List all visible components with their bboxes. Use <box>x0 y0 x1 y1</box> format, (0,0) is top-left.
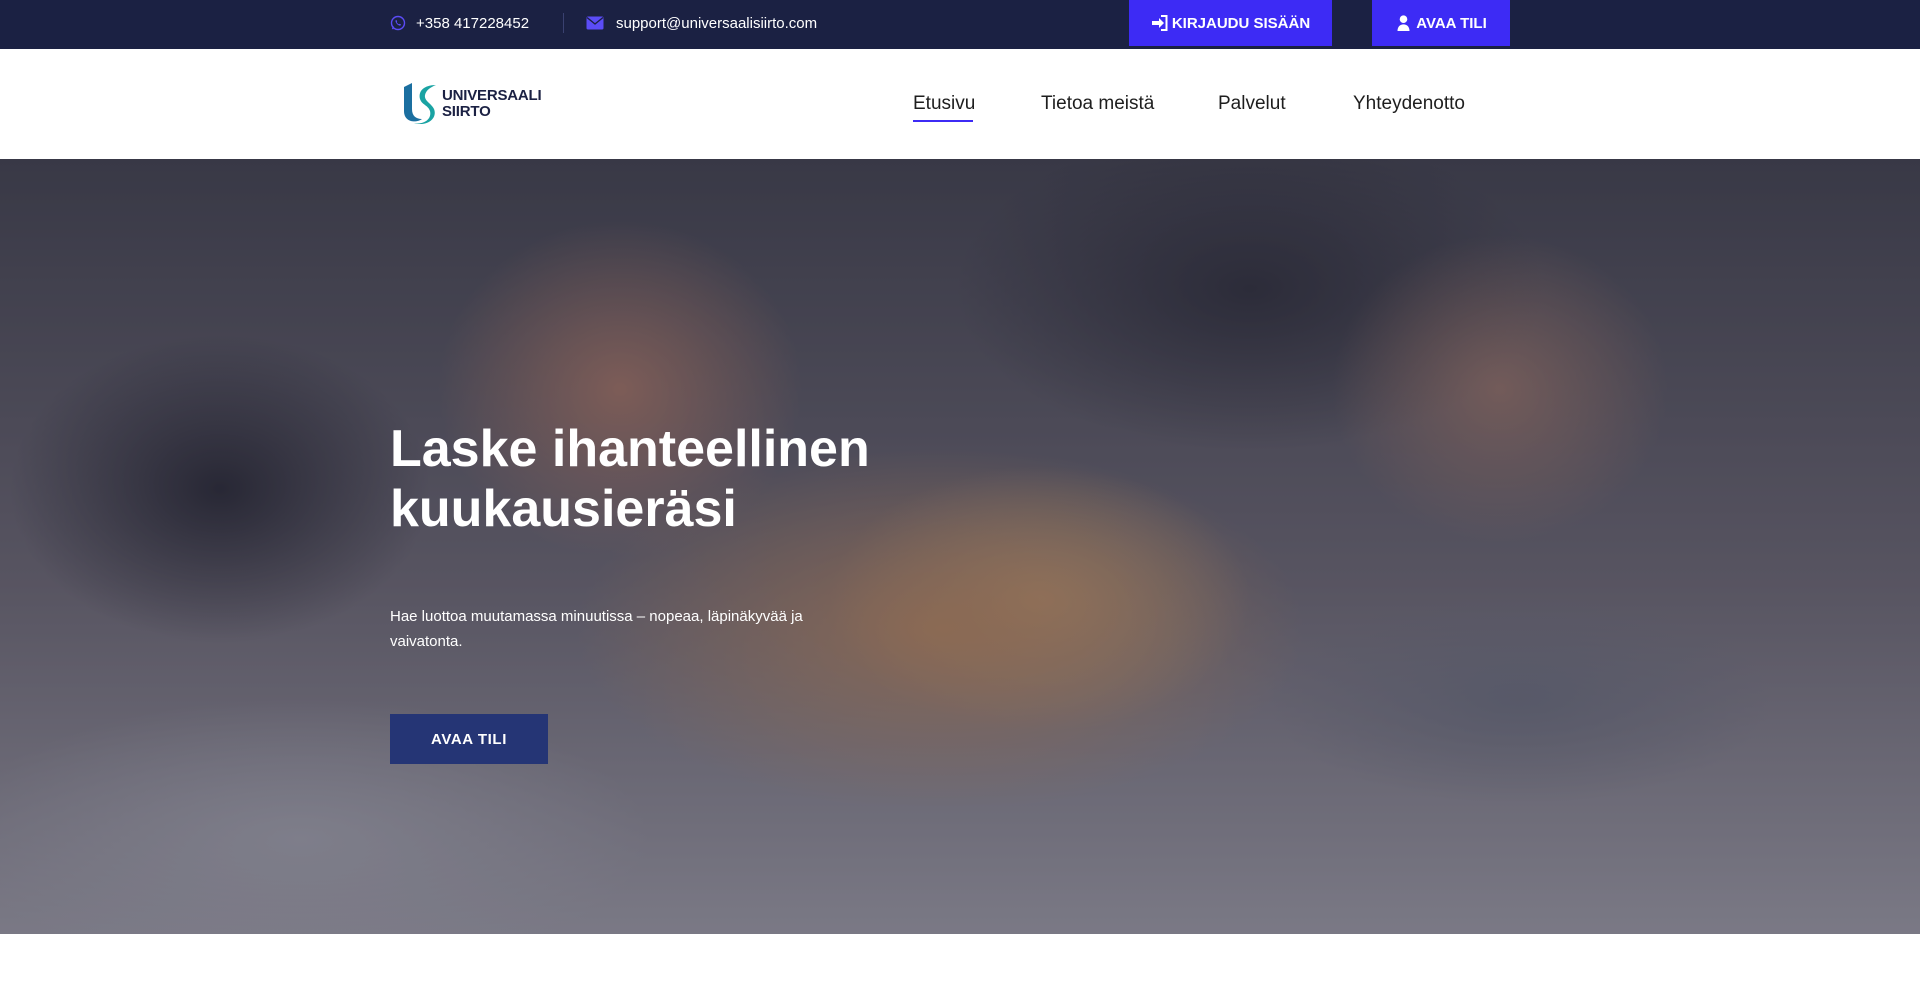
email-contact[interactable]: support@universaalisiirto.com <box>586 0 817 46</box>
phone-contact[interactable]: +358 417228452 <box>390 0 529 46</box>
login-button-label: KIRJAUDU SISÄÄN <box>1171 14 1311 32</box>
nav-item-about[interactable]: Tietoa meistä <box>1041 93 1154 115</box>
open-account-cta-button[interactable]: AVAA TILI <box>390 714 548 764</box>
sign-in-icon <box>1151 15 1168 31</box>
nav-active-indicator <box>913 120 973 122</box>
nav-item-services[interactable]: Palvelut <box>1218 93 1286 115</box>
hero-title-line-1: Laske ihanteellinen <box>390 420 870 478</box>
open-account-top-label: AVAA TILI <box>1416 14 1487 32</box>
topbar-divider <box>563 13 564 33</box>
email-address: support@universaalisiirto.com <box>616 14 818 32</box>
login-button[interactable]: KIRJAUDU SISÄÄN <box>1129 0 1332 46</box>
logo-mark-icon <box>404 83 436 125</box>
site-header: UNIVERSAALI SIIRTO Etusivu Tietoa meistä… <box>0 49 1920 159</box>
open-account-top-button[interactable]: AVAA TILI <box>1372 0 1510 46</box>
logo-line-1: UNIVERSAALI <box>442 87 542 104</box>
hero-title: Laske ihanteellinen kuukausieräsi <box>390 419 950 539</box>
nav-item-contact[interactable]: Yhteydenotto <box>1353 93 1465 115</box>
hero-title-line-2: kuukausieräsi <box>390 480 737 538</box>
hero-background-image <box>0 159 1920 934</box>
hero-section: Laske ihanteellinen kuukausieräsi Hae lu… <box>0 159 1920 934</box>
hero-subtitle: Hae luottoa muutamassa minuutissa – nope… <box>390 608 803 650</box>
site-logo[interactable]: UNIVERSAALI SIIRTO <box>398 81 542 127</box>
phone-number: +358 417228452 <box>416 14 530 32</box>
logo-text: UNIVERSAALI SIIRTO <box>442 87 542 120</box>
user-icon <box>1395 15 1412 31</box>
nav-item-home[interactable]: Etusivu <box>913 93 975 115</box>
envelope-icon <box>586 15 604 31</box>
logo-line-2: SIIRTO <box>442 103 491 120</box>
whatsapp-icon <box>390 15 406 31</box>
top-bar: +358 417228452 support@universaalisiirto… <box>0 0 1920 49</box>
